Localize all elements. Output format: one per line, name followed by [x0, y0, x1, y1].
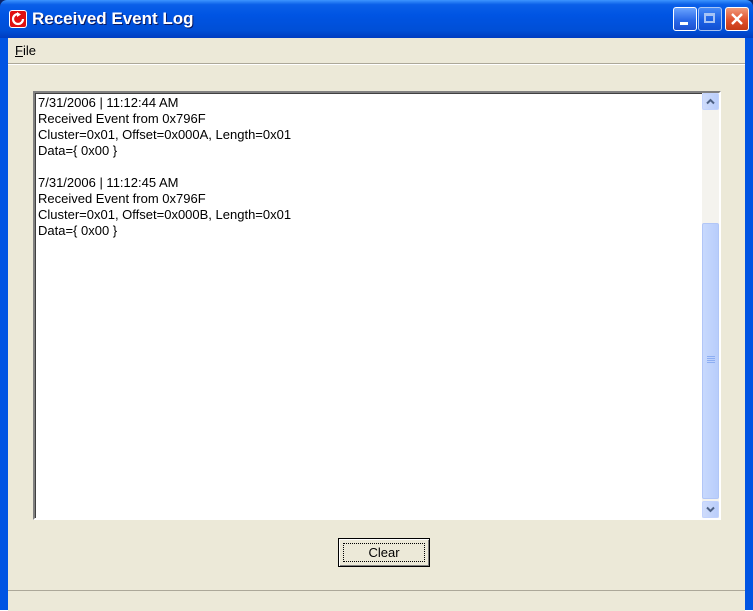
- event-log-textarea[interactable]: 7/31/2006 | 11:12:44 AM Received Event f…: [33, 91, 721, 520]
- chevron-up-icon: [706, 98, 715, 105]
- status-bar: [8, 590, 745, 611]
- application-window: Received Event Log File 7/31/2006 | 11:1…: [0, 0, 753, 611]
- scrollbar-grip: [707, 356, 715, 364]
- log-entry-details: Cluster=0x01, Offset=0x000A, Length=0x01: [38, 127, 292, 142]
- minimize-button[interactable]: [673, 7, 697, 31]
- window-frame-right: [745, 38, 753, 610]
- menu-bar: File: [8, 38, 745, 65]
- log-entry-timestamp: 7/31/2006 | 11:12:45 AM: [38, 175, 179, 190]
- chevron-down-icon: [706, 506, 715, 513]
- close-icon: [731, 13, 743, 25]
- event-log-content: 7/31/2006 | 11:12:44 AM Received Event f…: [38, 95, 698, 239]
- log-entry-data: Data={ 0x00 }: [38, 143, 118, 158]
- scrollbar-thumb[interactable]: [702, 223, 719, 499]
- log-entry-timestamp: 7/31/2006 | 11:12:44 AM: [38, 95, 179, 110]
- maximize-button[interactable]: [698, 7, 722, 31]
- clear-button[interactable]: Clear: [338, 538, 430, 567]
- vertical-scrollbar[interactable]: [702, 93, 719, 518]
- app-icon[interactable]: [9, 10, 27, 28]
- menu-file[interactable]: File: [15, 43, 36, 58]
- maximize-icon: [704, 13, 715, 23]
- log-entry-details: Cluster=0x01, Offset=0x000B, Length=0x01: [38, 207, 292, 222]
- scroll-down-button[interactable]: [702, 501, 719, 518]
- clear-button-label: Clear: [368, 545, 400, 560]
- title-bar[interactable]: Received Event Log: [0, 0, 753, 38]
- client-area: File 7/31/2006 | 11:12:44 AM Received Ev…: [8, 38, 745, 611]
- menu-separator: [8, 63, 745, 64]
- circular-arrow-icon: [11, 12, 25, 26]
- log-entry-data: Data={ 0x00 }: [38, 223, 118, 238]
- scroll-up-button[interactable]: [702, 93, 719, 110]
- log-entry-source: Received Event from 0x796F: [38, 191, 206, 206]
- log-entry-source: Received Event from 0x796F: [38, 111, 206, 126]
- window-frame-left: [0, 38, 8, 610]
- window-title: Received Event Log: [32, 9, 194, 28]
- close-button[interactable]: [725, 7, 749, 31]
- minimize-icon: [680, 22, 688, 25]
